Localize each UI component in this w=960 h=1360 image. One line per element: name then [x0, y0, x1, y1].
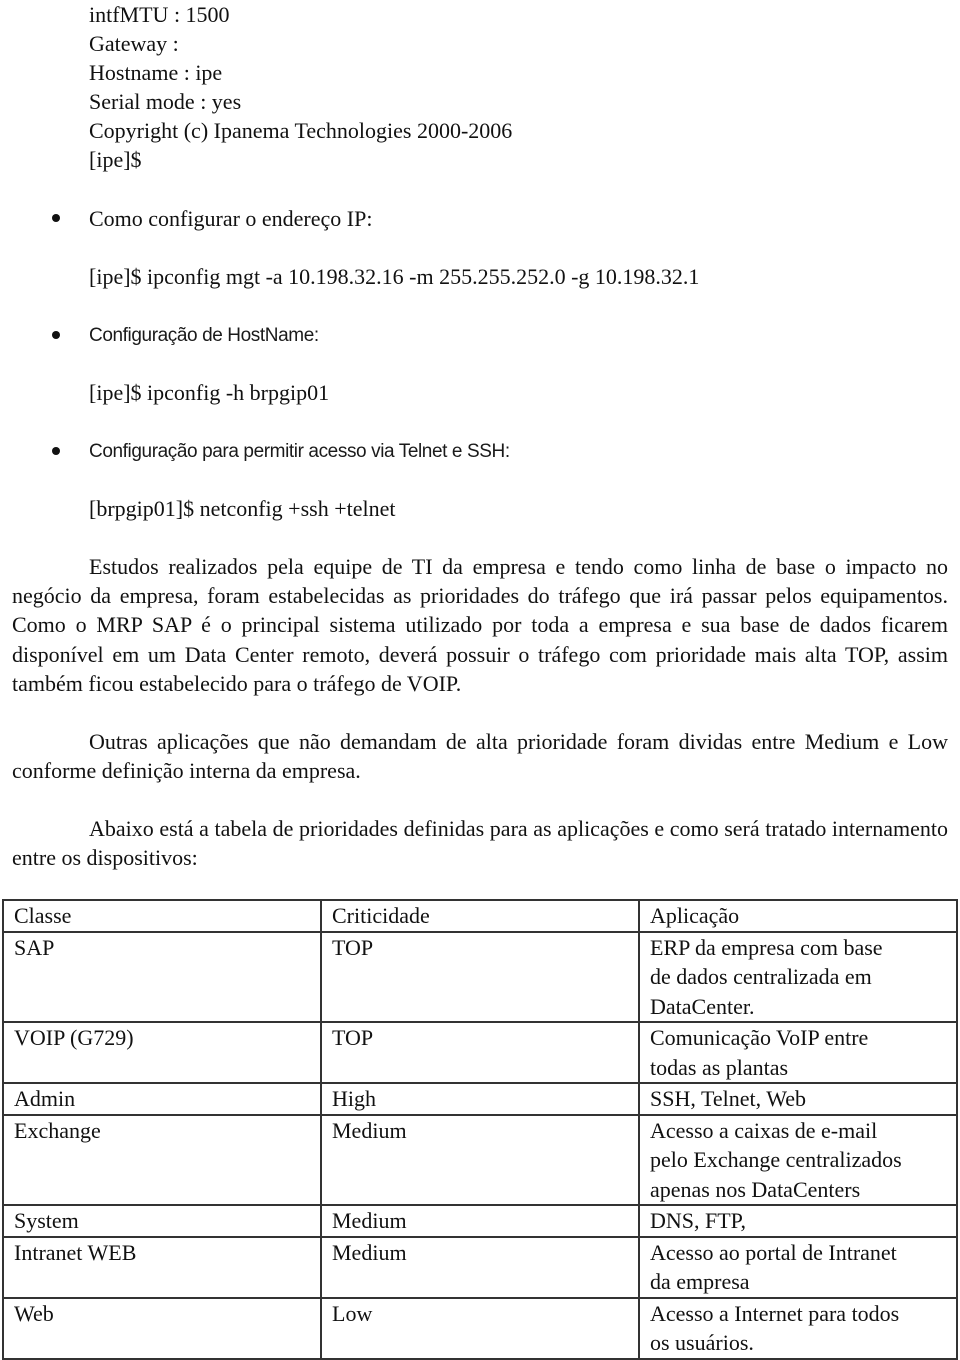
cell-aplicacao: ERP da empresa com base de dados central…	[638, 930, 958, 1023]
terminal-line: Serial mode : yes	[89, 89, 242, 114]
cell-text: os usuários.	[650, 1330, 754, 1355]
step-title: Configuração para permitir acesso via Te…	[89, 441, 510, 462]
cell-text: apenas nos DataCenters	[650, 1176, 861, 1202]
cell-classe: Web	[2, 1296, 322, 1360]
step-title: Configuração de HostName:	[89, 325, 319, 346]
paragraph-studies: Estudos realizados pela equipe de TI da …	[12, 552, 948, 698]
paragraph-others: Outras aplicações que não demandam de al…	[12, 727, 948, 785]
paragraph-text: Estudos realizados pela equipe de TI da …	[12, 554, 948, 696]
cell-aplicacao: DNS, FTP,	[638, 1204, 958, 1238]
cell-criticidade: Medium	[320, 1113, 640, 1206]
cell-criticidade: TOP	[320, 1021, 640, 1084]
paragraph-table-intro: Abaixo está a tabela de prioridades defi…	[12, 814, 948, 872]
table-row: Web Low Acesso a Internet para todos os …	[2, 1296, 958, 1360]
bullet-icon	[52, 214, 60, 222]
cell-classe: Exchange	[2, 1113, 322, 1206]
table-row: Admin High SSH, Telnet, Web	[2, 1082, 958, 1116]
terminal-line: Hostname : ipe	[89, 60, 223, 85]
cell-text: pelo Exchange centralizados	[650, 1147, 902, 1172]
paragraph-text: Abaixo está a tabela de prioridades defi…	[12, 816, 948, 871]
cell-text: Acesso ao portal de Intranet	[650, 1239, 897, 1265]
cell-criticidade: Medium	[320, 1235, 640, 1299]
cell-aplicacao: SSH, Telnet, Web	[638, 1082, 958, 1116]
header-classe: Classe	[2, 899, 322, 933]
terminal-line: [ipe]$	[89, 147, 142, 172]
step-command: [brpgip01]$ netconfig +ssh +telnet	[89, 496, 396, 521]
step-title: Como configurar o endereço IP:	[89, 206, 373, 231]
cell-text: todas as plantas	[650, 1054, 789, 1080]
cell-criticidade: Low	[320, 1296, 640, 1360]
cell-criticidade: TOP	[320, 930, 640, 1023]
terminal-line: Copyright (c) Ipanema Technologies 2000-…	[89, 118, 513, 143]
step-command: [ipe]$ ipconfig -h brpgip01	[89, 380, 330, 405]
cell-text: DNS, FTP,	[650, 1208, 746, 1233]
cell-text: Comunicação VoIP entre	[650, 1025, 869, 1050]
table-row: SAP TOP ERP da empresa com base de dados…	[2, 930, 958, 1023]
cell-text: DataCenter.	[650, 993, 755, 1019]
table-row: System Medium DNS, FTP,	[2, 1204, 958, 1238]
cell-aplicacao: Acesso a Internet para todos os usuários…	[638, 1296, 958, 1360]
header-criticidade: Criticidade	[320, 899, 640, 933]
bullet-icon	[52, 447, 60, 455]
table-row: Exchange Medium Acesso a caixas de e-mai…	[2, 1113, 958, 1206]
cell-classe: Intranet WEB	[2, 1235, 322, 1299]
table-row: VOIP (G729) TOP Comunicação VoIP entre t…	[2, 1021, 958, 1084]
cell-criticidade: High	[320, 1082, 640, 1116]
cell-aplicacao: Acesso ao portal de Intranet da empresa	[638, 1235, 958, 1299]
paragraph-text: Outras aplicações que não demandam de al…	[12, 729, 948, 784]
step-command: [ipe]$ ipconfig mgt -a 10.198.32.16 -m 2…	[89, 264, 700, 289]
cell-text: Acesso a caixas de e-mail	[650, 1117, 878, 1143]
table-header-row: Classe Criticidade Aplicação	[2, 899, 958, 933]
priority-table: Classe Criticidade Aplicação SAP TOP ERP…	[2, 899, 958, 1360]
cell-text: Acesso a Internet para todos	[650, 1300, 900, 1326]
terminal-line: Gateway :	[89, 31, 179, 56]
cell-classe: VOIP (G729)	[2, 1021, 322, 1084]
cell-criticidade: Medium	[320, 1204, 640, 1238]
cell-text: SSH, Telnet, Web	[650, 1086, 806, 1111]
terminal-line: intfMTU : 1500	[89, 2, 230, 27]
table-row: Intranet WEB Medium Acesso ao portal de …	[2, 1235, 958, 1299]
cell-classe: SAP	[2, 930, 322, 1023]
cell-text: da empresa	[650, 1269, 750, 1294]
cell-aplicacao: Acesso a caixas de e-mail pelo Exchange …	[638, 1113, 958, 1206]
cell-aplicacao: Comunicação VoIP entre todas as plantas	[638, 1021, 958, 1084]
cell-classe: System	[2, 1204, 322, 1238]
cell-text: de dados centralizada em	[650, 964, 872, 989]
header-aplicacao: Aplicação	[638, 899, 958, 933]
bullet-icon	[52, 331, 60, 339]
cell-text: ERP da empresa com base	[650, 934, 883, 960]
cell-classe: Admin	[2, 1082, 322, 1116]
